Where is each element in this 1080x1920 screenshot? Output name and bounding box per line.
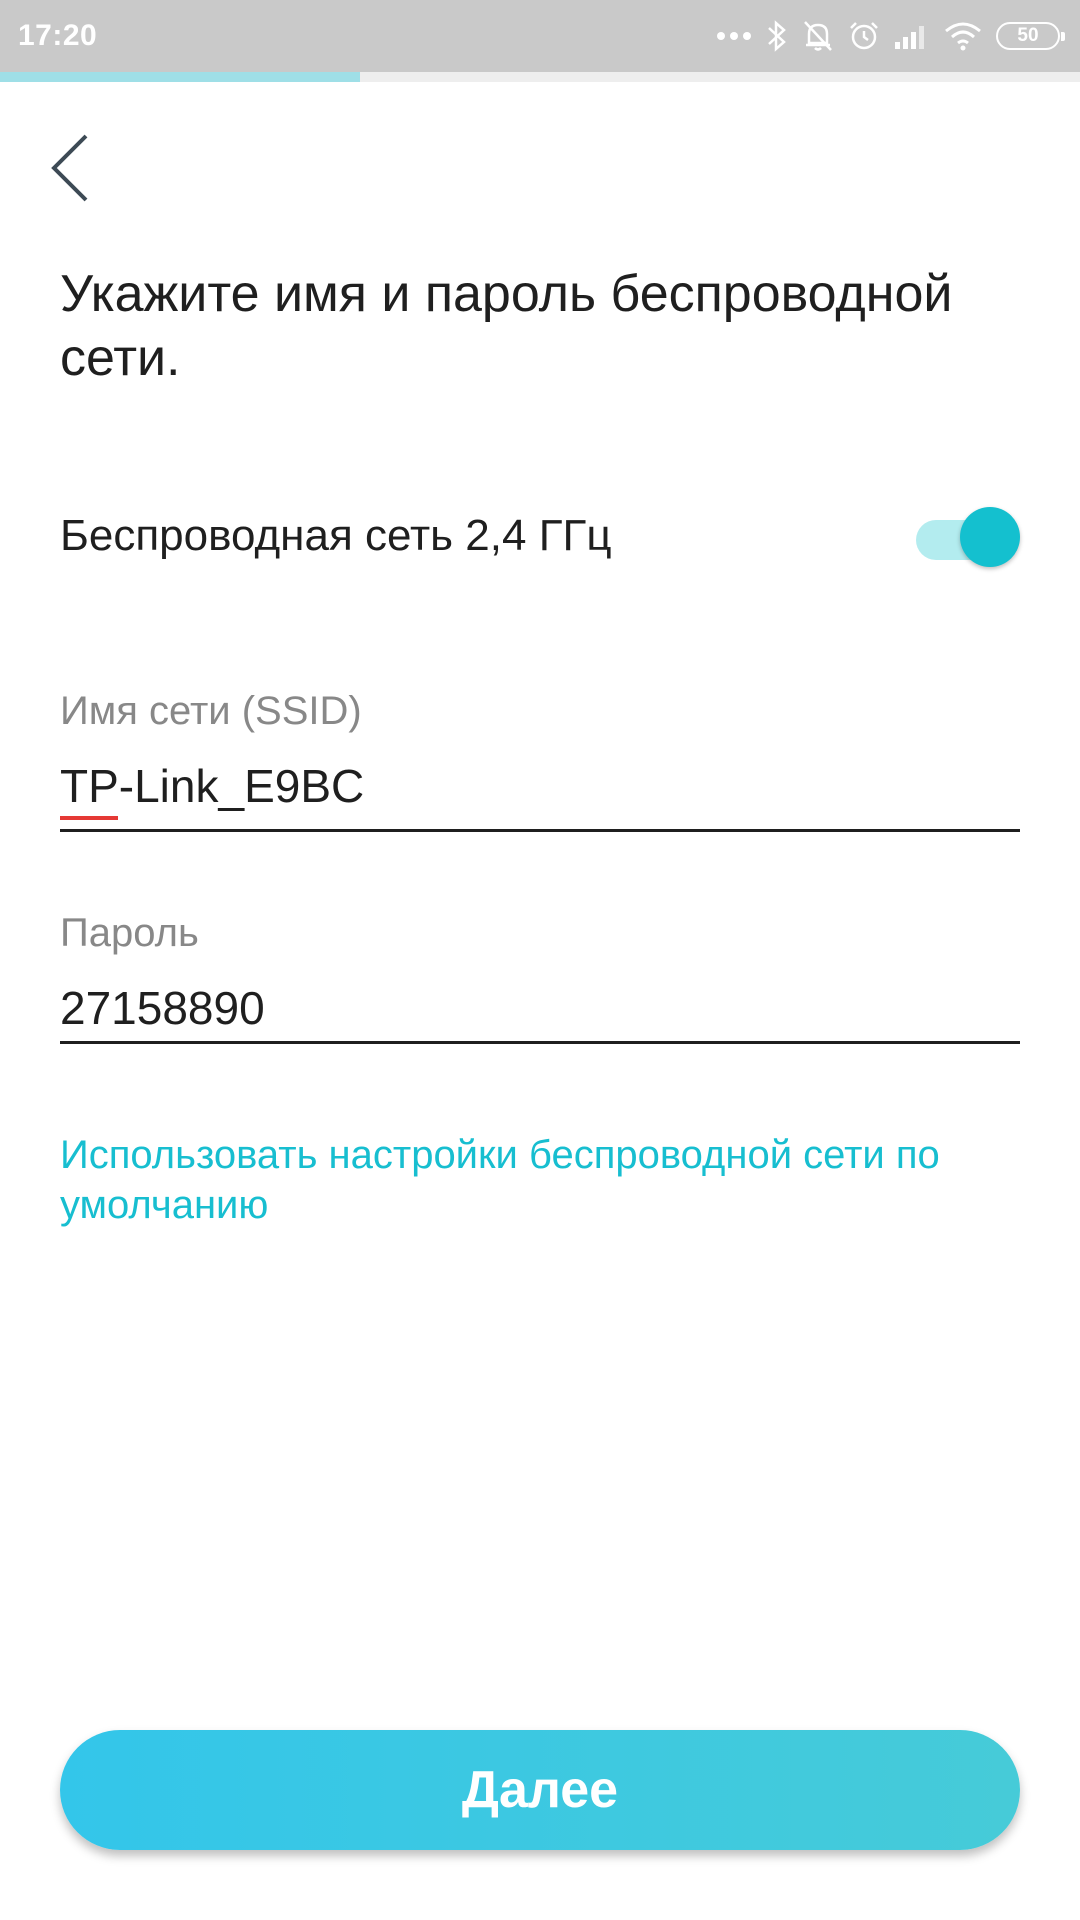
progress-bar [0,72,1080,82]
chevron-left-icon [50,133,90,208]
alarm-icon [848,20,880,52]
progress-fill [0,72,360,82]
status-icons: 50 [716,19,1065,53]
toggle-knob [960,507,1020,567]
password-label: Пароль [60,911,199,955]
signal-icon [894,22,930,50]
battery-icon: 50 [996,22,1065,50]
back-button[interactable] [50,120,130,220]
ssid-input[interactable]: TP-Link_E9BC [60,758,1020,832]
wireless-24-row: Беспроводная сеть 2,4 ГГц [60,500,1020,572]
status-time: 17:20 [18,19,98,52]
password-input[interactable]: 27158890 [60,980,1020,1044]
ssid-label: Имя сети (SSID) [60,689,362,733]
spellcheck-underline [60,816,118,820]
bluetooth-icon [766,19,788,53]
more-dots-icon [716,30,752,42]
page-title: Укажите имя и пароль беспроводной сети. [60,265,953,387]
notifications-off-icon [802,19,834,53]
wireless-24-label: Беспроводная сеть 2,4 ГГц [60,511,612,560]
password-field: Пароль 27158890 [60,908,1020,1044]
wireless-24-toggle[interactable] [908,505,1020,567]
status-bar: 17:20 50 [0,0,1080,72]
next-button[interactable]: Далее [60,1730,1020,1850]
ssid-field: Имя сети (SSID) TP-Link_E9BC [60,686,1020,832]
screen: 17:20 50 Укажите имя и пароль беспроводн… [0,0,1080,1920]
ssid-value: TP-Link_E9BC [60,760,365,812]
use-default-settings-link[interactable]: Использовать настройки беспроводной сети… [60,1130,1020,1230]
password-value: 27158890 [60,982,265,1034]
wifi-icon [944,21,982,51]
